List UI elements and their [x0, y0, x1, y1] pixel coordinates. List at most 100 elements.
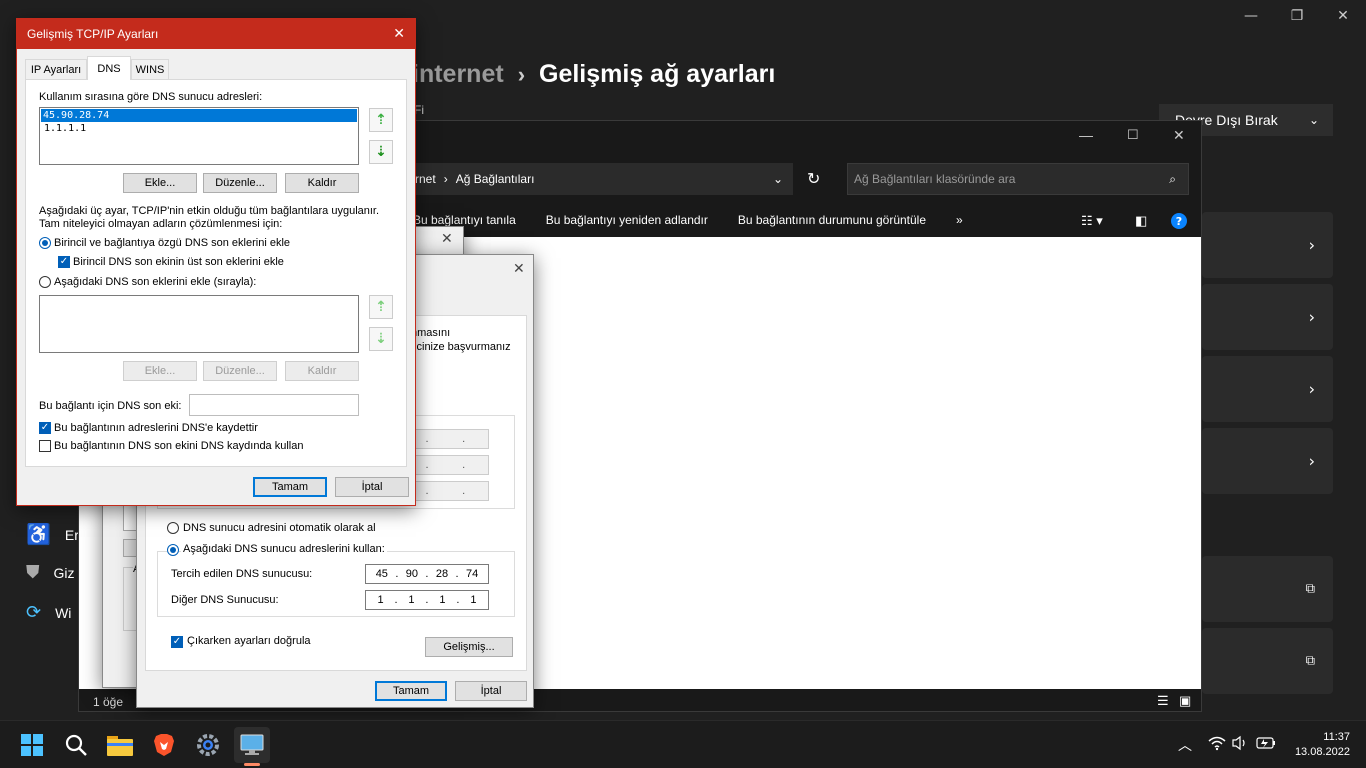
alternate-dns-field[interactable]: 1. 1. 1. 1	[365, 590, 489, 610]
clock-date: 13.08.2022	[1294, 746, 1350, 758]
settings-breadcrumb: internet › Gelişmiş ağ ayarları	[412, 60, 775, 89]
suffix-list-label: Aşağıdaki DNS son eklerini ekle (sırayla…	[54, 276, 257, 288]
close-icon[interactable]: ✕	[513, 261, 525, 277]
nav-item-privacy[interactable]: ⛊ Giz	[26, 562, 75, 583]
settings-card-3[interactable]: ›	[1202, 356, 1333, 422]
settings-card-2[interactable]: ›	[1202, 284, 1333, 350]
info-line1: Aşağıdaki üç ayar, TCP/IP'nin etkin oldu…	[39, 205, 380, 217]
move-down-icon[interactable]: ⇣	[369, 327, 393, 351]
tab-ip-settings[interactable]: IP Ayarları	[25, 59, 87, 79]
close-icon[interactable]: ✕	[393, 26, 405, 42]
external-link-icon: ⧉	[1305, 581, 1315, 597]
preferred-dns-field[interactable]: 45. 90. 28. 74	[365, 564, 489, 584]
remove-dns-button[interactable]: Kaldır	[285, 173, 359, 193]
settings-card-5[interactable]: ⧉	[1202, 556, 1333, 622]
breadcrumb-parent[interactable]: internet	[412, 60, 504, 89]
file-explorer-icon[interactable]	[104, 729, 136, 761]
chevron-down-icon[interactable]: ⌄	[773, 172, 783, 186]
cmd-rename[interactable]: Bu bağlantıyı yeniden adlandır	[546, 213, 708, 227]
close-icon[interactable]: ✕	[1320, 0, 1366, 32]
volume-icon[interactable]	[1232, 735, 1248, 754]
suffix-list-radio[interactable]	[39, 276, 51, 288]
dns-server-list[interactable]: 45.90.28.74 1.1.1.1	[39, 107, 359, 165]
use-suffix-checkbox[interactable]	[39, 440, 51, 452]
clock-time: 11:37	[1323, 731, 1350, 743]
breadcrumb-separator: ›	[517, 61, 526, 87]
dns-manual-label: Aşağıdaki DNS sunucu adreslerini kullan:	[181, 543, 387, 555]
minimize-icon[interactable]: —	[1079, 127, 1093, 143]
cmd-diagnose[interactable]: Bu bağlantıyı tanıla	[413, 213, 516, 227]
show-hidden-icons[interactable]: ︿	[1178, 735, 1192, 755]
preferred-dns-label: Tercih edilen DNS sunucusu:	[171, 568, 313, 580]
cmd-more[interactable]: »	[956, 213, 963, 227]
move-down-icon[interactable]: ⇣	[369, 140, 393, 164]
edit-dns-button[interactable]: Düzenle...	[203, 173, 277, 193]
cancel-button[interactable]: İptal	[335, 477, 409, 497]
cmd-status[interactable]: Bu bağlantının durumunu görüntüle	[738, 213, 926, 227]
minimize-icon[interactable]: —	[1228, 0, 1274, 32]
use-suffix-label: Bu bağlantının DNS son ekini DNS kaydınd…	[54, 440, 304, 452]
suffix-list[interactable]	[39, 295, 359, 353]
dns-auto-radio[interactable]	[167, 522, 179, 534]
dns-manual-radio[interactable]	[167, 544, 179, 556]
ok-button[interactable]: Tamam	[253, 477, 327, 497]
move-up-icon[interactable]: ⇡	[369, 108, 393, 132]
validate-checkbox[interactable]: ✓	[171, 636, 183, 648]
details-view-icon[interactable]: ☰	[1157, 693, 1169, 709]
connection-suffix-label: Bu bağlantı için DNS son eki:	[39, 400, 182, 412]
ok-button[interactable]: Tamam	[375, 681, 447, 701]
chevron-right-icon: ›	[1308, 451, 1315, 471]
primary-suffix-radio[interactable]	[39, 237, 51, 249]
wifi-icon[interactable]	[1208, 735, 1226, 754]
settings-card-4[interactable]: ›	[1202, 428, 1333, 494]
edit-suffix-button[interactable]: Düzenle...	[203, 361, 277, 381]
settings-card-6[interactable]: ⧉	[1202, 628, 1333, 694]
dns-server-item[interactable]: 1.1.1.1	[41, 122, 357, 135]
ipv4-info-line2: ticinize başvurmanız	[411, 341, 511, 353]
register-checkbox[interactable]: ✓	[39, 422, 51, 434]
active-app-indicator	[244, 763, 260, 766]
advanced-button[interactable]: Gelişmiş...	[425, 637, 513, 657]
dns-server-item-selected[interactable]: 45.90.28.74	[41, 109, 357, 122]
search-icon[interactable]	[60, 729, 92, 761]
refresh-icon[interactable]: ↻	[807, 169, 820, 189]
battery-icon[interactable]	[1256, 736, 1276, 753]
move-up-icon[interactable]: ⇡	[369, 295, 393, 319]
info-line2: Tam niteleyici olmayan adların çözümlenm…	[39, 218, 283, 230]
settings-gear-icon[interactable]	[192, 729, 224, 761]
primary-suffix-label: Birincil ve bağlantıya özgü DNS son ekle…	[54, 237, 291, 249]
brave-browser-icon[interactable]	[148, 729, 180, 761]
tab-wins[interactable]: WINS	[131, 59, 169, 79]
dialog-title: Gelişmiş TCP/IP Ayarları	[27, 27, 159, 41]
clock[interactable]: 11:37 13.08.2022	[1286, 730, 1350, 760]
view-options-icon[interactable]: ☷ ▾	[1081, 213, 1103, 229]
tab-dns[interactable]: DNS	[87, 56, 131, 80]
breadcrumb-separator: ›	[443, 172, 448, 186]
control-panel-icon[interactable]	[234, 727, 270, 763]
shield-icon: ⛊	[26, 562, 40, 582]
parent-suffix-checkbox[interactable]: ✓	[58, 256, 70, 268]
maximize-icon[interactable]: ☐	[1127, 127, 1139, 143]
address-bar[interactable]: rnet › Ağ Bağlantıları ⌄	[409, 163, 793, 195]
connection-suffix-input[interactable]	[189, 394, 359, 416]
restore-icon[interactable]: ❐	[1274, 0, 1320, 32]
add-dns-button[interactable]: Ekle...	[123, 173, 197, 193]
remove-suffix-button[interactable]: Kaldır	[285, 361, 359, 381]
add-suffix-button[interactable]: Ekle...	[123, 361, 197, 381]
cancel-button[interactable]: İptal	[455, 681, 527, 701]
alternate-dns-label: Diğer DNS Sunucusu:	[171, 594, 279, 606]
start-icon[interactable]	[16, 729, 48, 761]
close-icon[interactable]: ✕	[1173, 127, 1185, 144]
close-icon[interactable]: ✕	[441, 231, 453, 247]
nav-item-windows-update[interactable]: ⟳ Wi	[26, 602, 71, 623]
large-icons-view-icon[interactable]: ▣	[1179, 693, 1191, 709]
search-box[interactable]: Ağ Bağlantıları klasöründe ara ⌕	[847, 163, 1189, 195]
chevron-down-icon: ⌄	[1308, 113, 1319, 127]
help-icon[interactable]: ?	[1171, 213, 1187, 229]
validate-label: Çıkarken ayarları doğrula	[187, 635, 311, 647]
settings-card-1[interactable]: ›	[1202, 212, 1333, 278]
dns-list-label: Kullanım sırasına göre DNS sunucu adresl…	[39, 91, 263, 103]
preview-pane-icon[interactable]: ◧	[1135, 213, 1147, 229]
search-icon: ⌕	[1169, 171, 1176, 186]
register-label: Bu bağlantının adreslerini DNS'e kaydett…	[54, 422, 258, 434]
